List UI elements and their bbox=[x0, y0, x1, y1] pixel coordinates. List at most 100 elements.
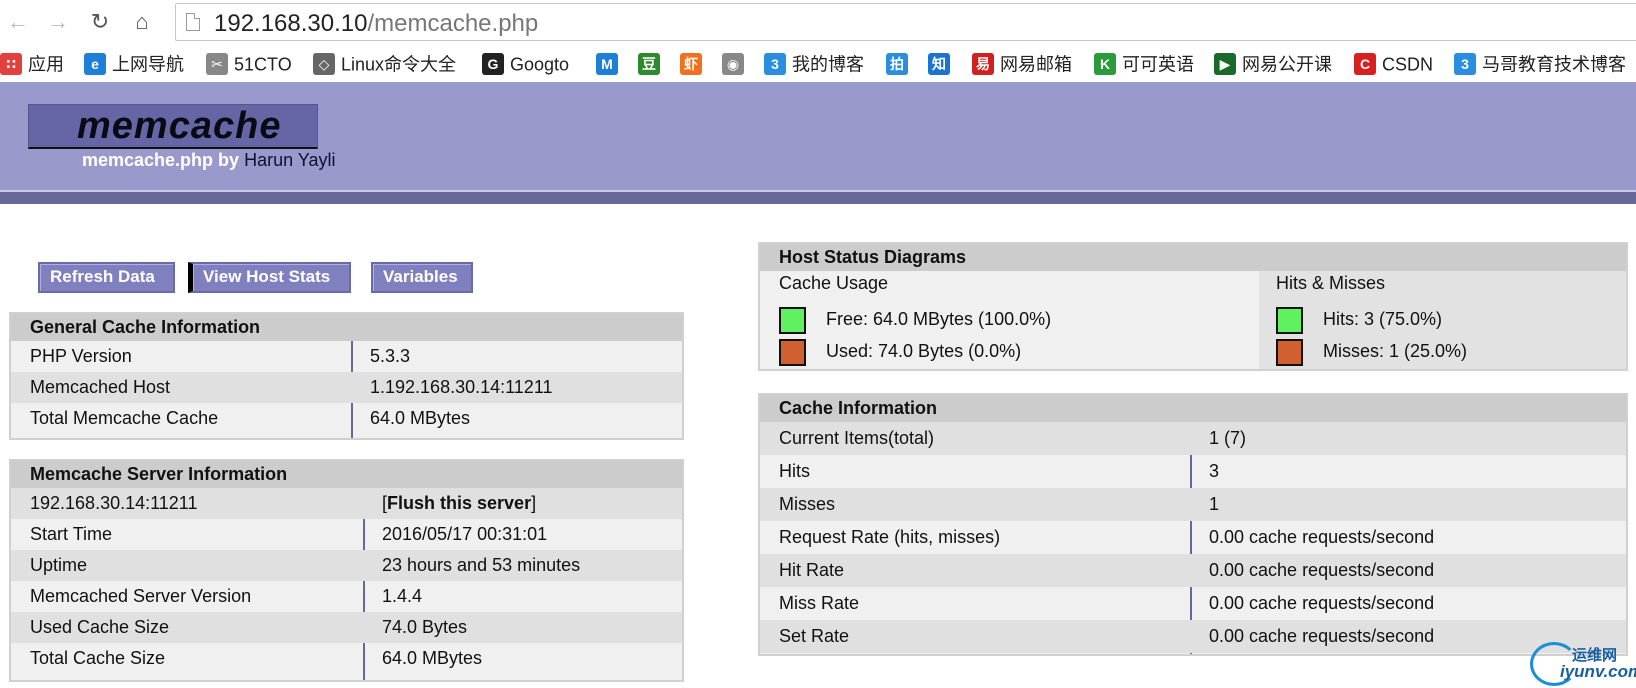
bookmark-item[interactable]: C CSDN bbox=[1354, 51, 1434, 76]
bookmark-item[interactable]: ✂ 51CTO bbox=[206, 51, 292, 76]
bookmark-label: 上网导航 bbox=[112, 54, 184, 75]
host-status-diagrams: Host Status Diagrams Cache Usage Free: 6… bbox=[758, 242, 1628, 371]
variables-button[interactable]: Variables bbox=[371, 262, 473, 293]
bookmark-item[interactable]: 易网易邮箱 bbox=[972, 51, 1072, 76]
bookmark-item[interactable]: K 可可英语 bbox=[1094, 51, 1194, 76]
table-title: Cache Information bbox=[760, 395, 1626, 422]
memcache-server-info-table: Memcache Server Information 192.168.30.1… bbox=[9, 459, 684, 682]
bookmark-item[interactable]: 拍 bbox=[886, 51, 914, 76]
bookmark-label: 51CTO bbox=[234, 54, 292, 75]
used-legend: Used: 74.0 Bytes (0.0%) bbox=[826, 341, 1022, 361]
cache-info-table: Cache Information Current Items(total) 1 … bbox=[758, 393, 1628, 656]
diagram-title: Host Status Diagrams bbox=[760, 244, 1626, 271]
used-swatch bbox=[779, 339, 806, 366]
pai-icon: 拍 bbox=[886, 53, 908, 76]
bookmark-item[interactable]: 豆 bbox=[638, 51, 666, 76]
server-host: 192.168.30.14:11211 bbox=[30, 493, 198, 513]
table-row: PHP Version 5.3.3 bbox=[30, 346, 411, 366]
bookmark-label: 可可英语 bbox=[1122, 54, 1194, 75]
hits-legend: Hits: 3 (75.0%) bbox=[1323, 309, 1443, 329]
bookmark-label: 马哥教育技术博客 bbox=[1482, 54, 1626, 75]
open-course-icon: ▶ bbox=[1214, 53, 1236, 76]
diamond-icon: ◇ bbox=[313, 53, 335, 76]
bookmark-label: Googto bbox=[510, 54, 570, 75]
bookmark-label: 我的博客 bbox=[792, 54, 864, 75]
banner-divider bbox=[0, 190, 1636, 204]
bookmark-label: Linux命令大全 bbox=[341, 54, 457, 75]
back-arrow-icon[interactable]: ← bbox=[4, 8, 32, 36]
general-cache-info-table: General Cache Information PHP Version 5.3… bbox=[9, 312, 684, 440]
table-row: Current Items(total) 1 (7) bbox=[760, 422, 1626, 455]
url-text: 192.168.30.10/memcache.php bbox=[214, 10, 539, 37]
cache-usage-heading: Cache Usage bbox=[779, 273, 889, 293]
table-row: Misses 1 bbox=[760, 488, 1626, 521]
table-row: Miss Rate 0.00 cache requests/second bbox=[779, 593, 1435, 613]
table-row: Uptime 23 hours and 53 minutes bbox=[11, 550, 682, 581]
table-row: Hit Rate 0.00 cache requests/second bbox=[760, 554, 1626, 587]
ie-icon: e bbox=[84, 53, 106, 76]
bookmark-item[interactable]: ∷ 应用 bbox=[0, 51, 64, 76]
blog-icon: 3 bbox=[1454, 53, 1476, 76]
xiami-icon: 虾 bbox=[680, 53, 702, 76]
table-row: Start Time 2016/05/17 00:31:01 bbox=[30, 524, 548, 544]
bookmark-item[interactable]: M bbox=[596, 51, 624, 76]
douban-icon: 豆 bbox=[638, 53, 660, 76]
bookmark-item[interactable]: 虾 bbox=[680, 51, 708, 76]
table-row: Hits 3 bbox=[779, 461, 1220, 481]
hits-swatch bbox=[1276, 307, 1303, 334]
keke-icon: K bbox=[1094, 53, 1116, 76]
netease-mail-icon: 易 bbox=[972, 53, 994, 76]
table-row: Set Rate 0.00 cache requests/second bbox=[760, 620, 1626, 653]
paperclip-icon: ✂ bbox=[206, 53, 228, 76]
logo-text: memcache bbox=[77, 105, 282, 147]
browser-toolbar: ← → ↻ ⌂ 192.168.30.10/memcache.php bbox=[0, 0, 1636, 44]
bookmark-label: 应用 bbox=[28, 54, 64, 75]
table-title: General Cache Information bbox=[11, 314, 682, 341]
memcache-logo: memcache bbox=[28, 104, 318, 149]
free-legend: Free: 64.0 MBytes (100.0%) bbox=[826, 309, 1052, 329]
blog-icon: 3 bbox=[764, 53, 786, 76]
bookmark-item[interactable]: 知 bbox=[928, 51, 956, 76]
hits-misses-panel: Hits & Misses Hits: 3 (75.0%) Misses: 1 … bbox=[1259, 271, 1626, 369]
table-row: Memcached Host 1.192.168.30.14:11211 bbox=[11, 372, 682, 403]
free-swatch bbox=[779, 307, 806, 334]
bookmark-label: CSDN bbox=[1382, 54, 1434, 75]
bookmark-item[interactable]: ◉ bbox=[722, 51, 750, 76]
address-bar[interactable]: 192.168.30.10/memcache.php bbox=[175, 3, 1636, 41]
view-host-stats-button[interactable]: View Host Stats bbox=[188, 262, 351, 293]
cache-usage-panel: Cache Usage Free: 64.0 MBytes (100.0%) U… bbox=[760, 271, 1259, 369]
table-row: Memcached Server Version 1.4.4 bbox=[30, 586, 423, 606]
bookmark-item[interactable]: G Googto bbox=[482, 51, 570, 76]
zhihu-icon: 知 bbox=[928, 53, 950, 76]
flush-server-link[interactable]: Flush this server bbox=[387, 493, 531, 513]
hits-misses-heading: Hits & Misses bbox=[1276, 273, 1386, 293]
owl-icon: ◉ bbox=[722, 53, 744, 76]
author-name: Harun Yayli bbox=[244, 150, 336, 170]
site-watermark: 运维网 iyunv.com bbox=[1530, 640, 1636, 688]
byline: memcache.php by Harun Yayli bbox=[82, 150, 336, 170]
refresh-data-button[interactable]: Refresh Data bbox=[38, 262, 175, 293]
table-row: Total Memcache Cache 64.0 MBytes bbox=[30, 408, 471, 428]
forward-arrow-icon[interactable]: → bbox=[44, 8, 72, 36]
page-icon bbox=[186, 13, 200, 31]
table-title: Memcache Server Information bbox=[11, 461, 682, 488]
bookmark-item[interactable]: ▶ 网易公开课 bbox=[1214, 51, 1332, 76]
bookmark-item[interactable]: 3 我的博客 bbox=[764, 51, 864, 76]
misses-legend: Misses: 1 (25.0%) bbox=[1323, 341, 1468, 361]
apps-grid-icon: ∷ bbox=[0, 53, 22, 76]
table-row: Total Cache Size 64.0 MBytes bbox=[30, 648, 483, 668]
m-logo-icon: M bbox=[596, 53, 618, 76]
misses-swatch bbox=[1276, 339, 1303, 366]
table-row: Request Rate (hits, misses) 0.00 cache re… bbox=[779, 527, 1435, 547]
bookmarks-bar: ∷ 应用 e 上网导航 ✂ 51CTO ◇ Linux命令大全 G Googto M 豆虾 ◉ 3 我的博客… bbox=[0, 44, 1636, 82]
csdn-icon: C bbox=[1354, 53, 1376, 76]
home-icon[interactable]: ⌂ bbox=[128, 8, 156, 36]
bookmark-label: 网易邮箱 bbox=[1000, 54, 1072, 75]
bookmark-item[interactable]: 3 马哥教育技术博客 bbox=[1454, 51, 1626, 76]
reload-icon[interactable]: ↻ bbox=[86, 8, 114, 36]
bookmark-item[interactable]: ◇ Linux命令大全 bbox=[313, 51, 457, 76]
bookmark-item[interactable]: e 上网导航 bbox=[84, 51, 184, 76]
table-row: Used Cache Size 74.0 Bytes bbox=[11, 612, 682, 643]
server-host-row: 192.168.30.14:11211 [Flush this server] bbox=[11, 488, 682, 519]
watermark-url: iyunv.com bbox=[1560, 662, 1636, 681]
